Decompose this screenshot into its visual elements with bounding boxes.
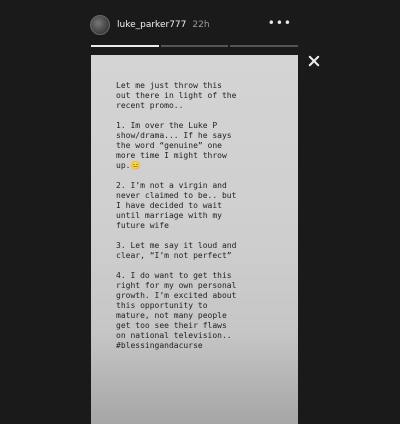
more-icon[interactable]: ••• [268,17,292,29]
story-header: luke_parker777 22h ••• [90,10,300,40]
story-progress-bar [91,45,299,47]
story-content[interactable]: Let me just throw this out there in ligh… [91,55,298,424]
progress-segment [230,45,299,47]
progress-segment [160,45,229,47]
username[interactable]: luke_parker777 [117,20,186,30]
close-icon[interactable] [307,54,321,68]
progress-segment [91,45,159,47]
timestamp: 22h [192,20,210,30]
avatar[interactable] [90,15,110,35]
story-text: Let me just throw this out there in ligh… [116,81,237,350]
